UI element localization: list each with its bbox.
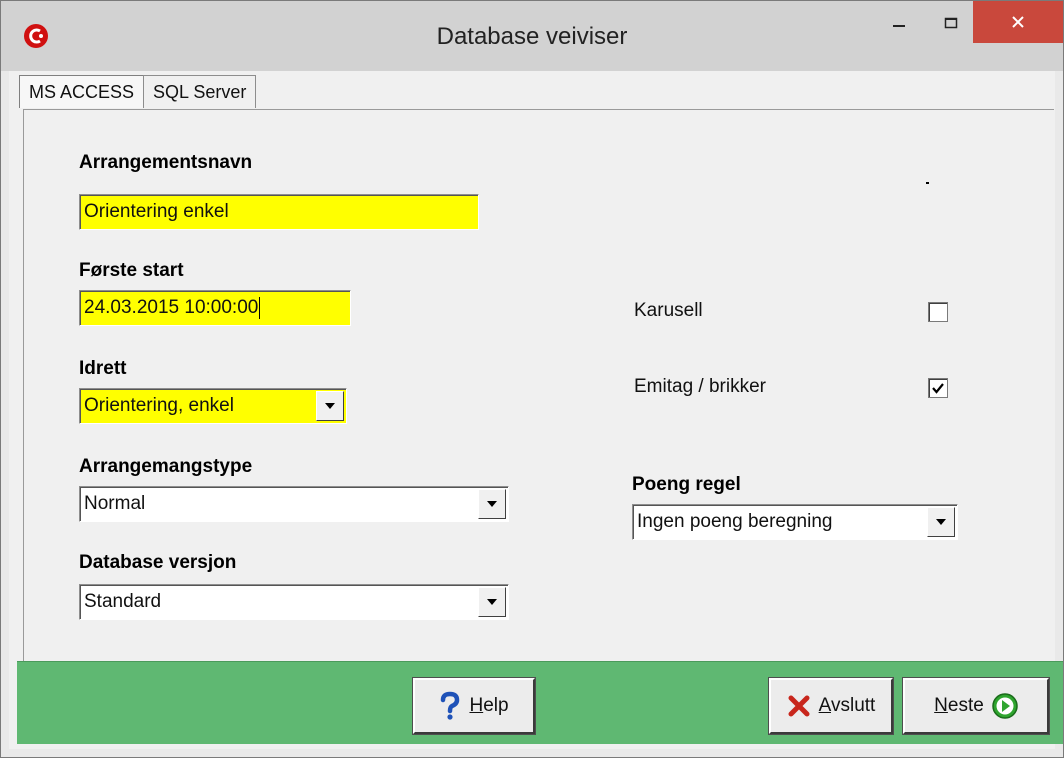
chevron-down-icon [936,519,946,525]
chevron-down-icon [325,403,335,409]
neste-button[interactable]: Neste [902,677,1050,735]
idrett-label: Idrett [79,358,127,379]
green-next-arrow-icon [992,693,1018,719]
poeng-regel-value: Ingen poeng beregning [637,511,833,532]
database-versjon-label: Database versjon [79,552,237,573]
text-caret [259,297,261,319]
arrangementstype-dropdown-button[interactable] [478,489,506,519]
arrangementstype-label: Arrangemangstype [79,456,253,477]
minimize-icon [893,25,905,27]
arrangementsnavn-input[interactable]: Orientering enkel [79,194,479,230]
red-x-icon [788,695,810,717]
poeng-regel-dropdown-button[interactable] [927,507,955,537]
close-icon [1012,16,1024,28]
client-area: MS ACCESS SQL Server Arrangementsnavn Or… [9,71,1063,749]
idrett-value: Orientering, enkel [84,395,234,416]
tab-ms-access[interactable]: MS ACCESS [19,75,145,108]
checkmark-icon [932,383,944,394]
database-versjon-dropdown-button[interactable] [478,587,506,617]
arrangementstype-value: Normal [84,493,146,514]
help-question-icon [441,691,460,720]
chevron-down-icon [487,599,497,605]
database-versjon-select[interactable]: Standard [79,584,509,620]
arrangementstype-select[interactable]: Normal [79,486,509,522]
idrett-dropdown-button[interactable] [316,391,344,421]
ms-access-panel: Arrangementsnavn Orientering enkel Først… [23,109,1054,662]
maximize-icon [944,17,958,29]
poeng-regel-select[interactable]: Ingen poeng beregning [632,504,958,540]
database-wizard-window: Database veiviser MS ACCESS SQL Server A… [0,0,1064,758]
neste-label: Neste [934,695,984,716]
forste-start-label: Første start [79,260,184,281]
karusell-label: Karusell [634,300,703,321]
maximize-button[interactable] [929,1,973,45]
tab-sql-server[interactable]: SQL Server [143,75,257,108]
arrangementsnavn-label: Arrangementsnavn [79,152,253,173]
stray-dot [926,182,929,184]
avslutt-label: Avslutt [818,695,876,716]
forste-start-input[interactable]: 24.03.2015 10:00:00 [79,290,351,326]
karusell-checkbox[interactable] [928,302,948,322]
emitag-checkbox[interactable] [928,378,948,398]
help-label: Help [469,695,509,716]
close-button[interactable] [973,1,1063,43]
chevron-down-icon [487,501,497,507]
database-versjon-value: Standard [84,591,162,612]
emitag-label: Emitag / brikker [634,376,766,397]
idrett-select[interactable]: Orientering, enkel [79,388,347,424]
title-bar: Database veiviser [1,1,1063,71]
minimize-button[interactable] [869,1,929,45]
forste-start-value: 24.03.2015 10:00:00 [84,297,259,319]
tab-strip: MS ACCESS SQL Server [19,75,257,109]
avslutt-button[interactable]: Avslutt [768,677,894,735]
button-bar: Help Avslutt Neste [17,661,1063,744]
poeng-regel-label: Poeng regel [632,474,741,495]
help-button[interactable]: Help [412,677,536,735]
